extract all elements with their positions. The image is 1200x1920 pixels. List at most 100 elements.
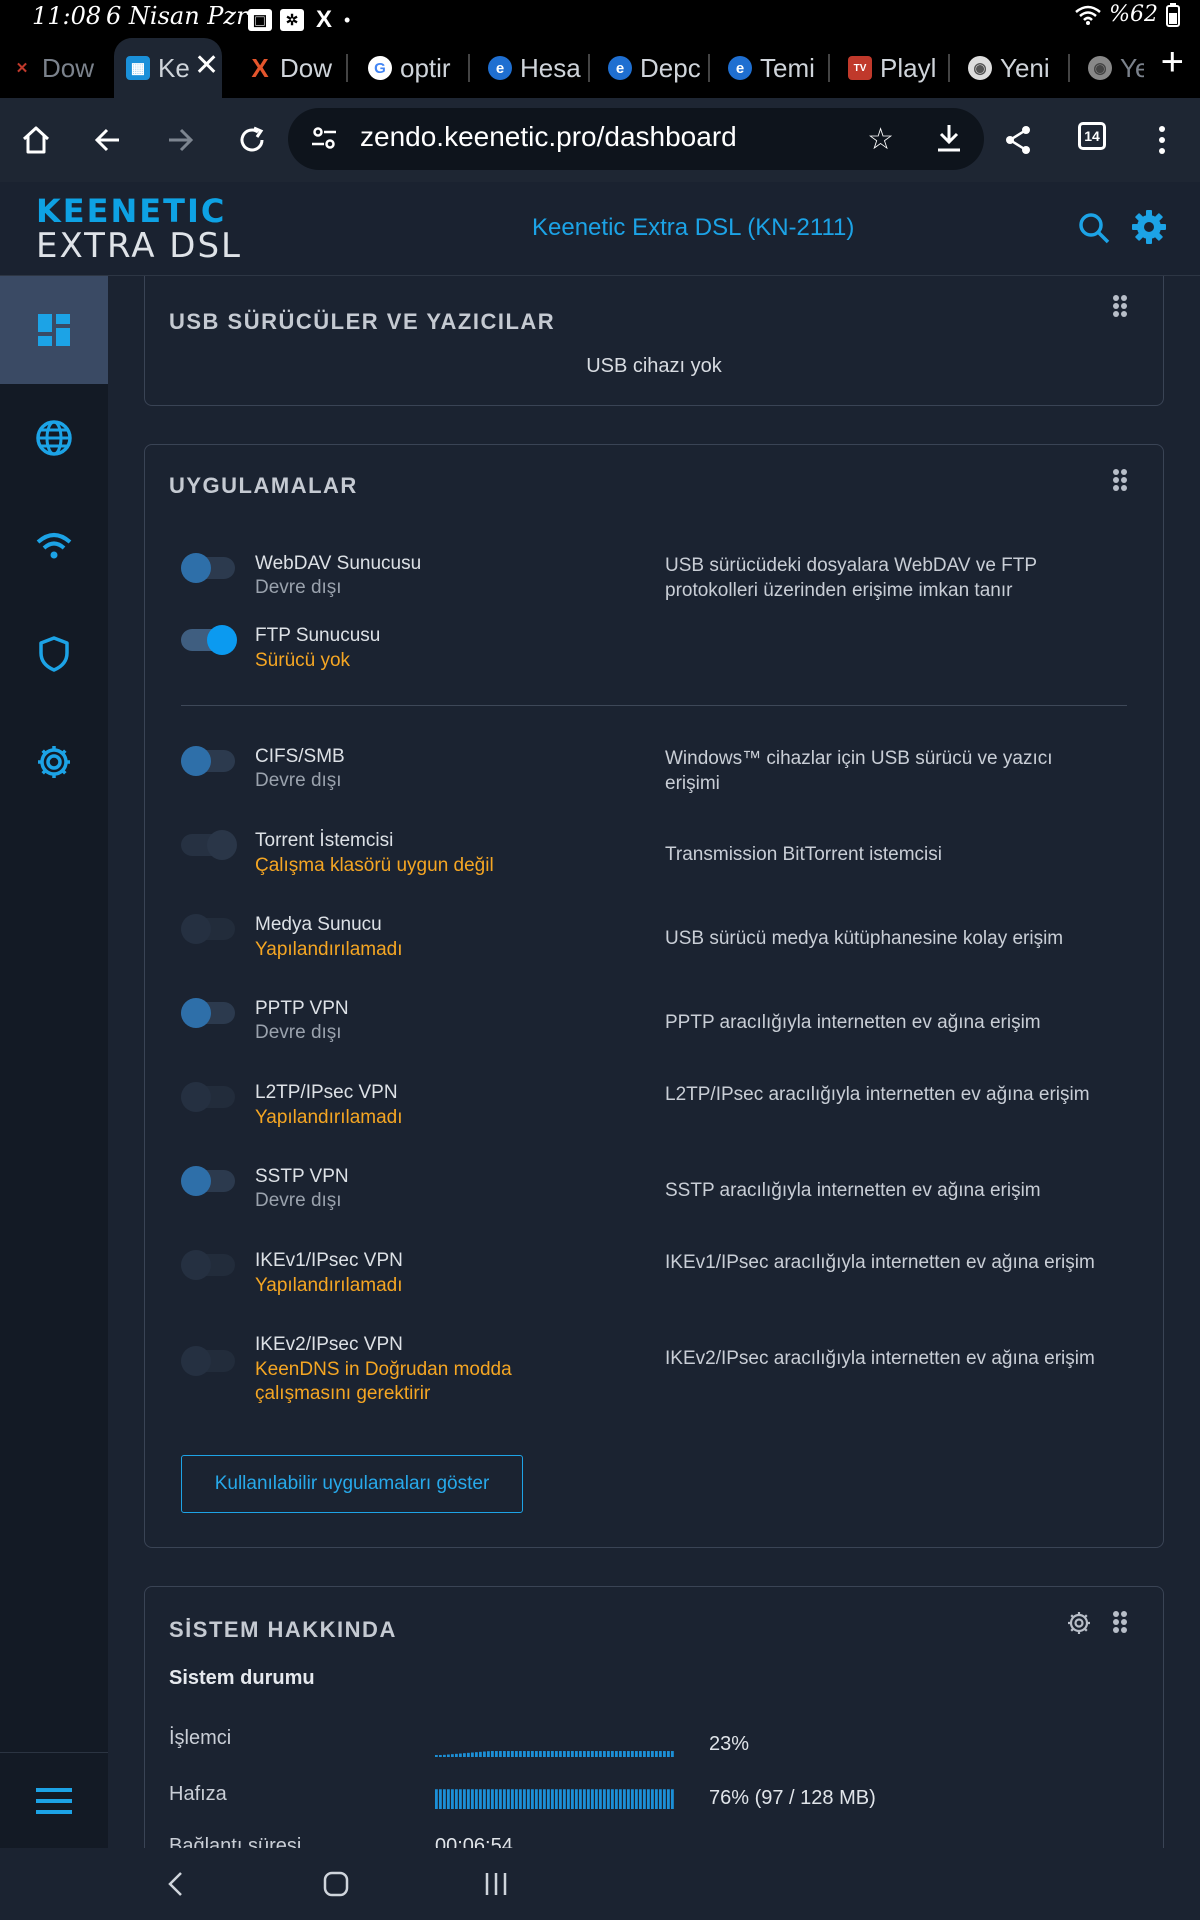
usage-bar — [535, 1751, 538, 1757]
usage-bar — [603, 1751, 606, 1757]
battery-icon — [1166, 2, 1180, 27]
tab-7[interactable]: TV Playl — [848, 46, 950, 90]
nav-recents-icon[interactable] — [466, 1860, 526, 1908]
tab-label: Playl — [880, 52, 937, 83]
edge-icon: e — [728, 56, 752, 80]
tab-3[interactable]: G optir — [368, 46, 470, 90]
sidebar-menu-button[interactable] — [0, 1752, 108, 1848]
globe-icon — [36, 420, 72, 456]
tab-5[interactable]: e Depc — [608, 46, 710, 90]
usage-bar — [499, 1789, 502, 1809]
usage-bar — [615, 1789, 618, 1809]
drag-handle-icon[interactable] — [1113, 469, 1127, 491]
torrent-toggle[interactable] — [181, 830, 237, 860]
nav-home-icon[interactable] — [306, 1860, 366, 1908]
usage-bar — [531, 1789, 534, 1809]
tab-8[interactable]: ◉ Yeni — [968, 46, 1070, 90]
app-description: Transmission BitTorrent istemcisi — [665, 844, 942, 865]
tab-9[interactable]: ◉ Yeni — [1088, 46, 1144, 90]
tab-0[interactable]: ✕ Dow — [10, 46, 98, 90]
usage-bar — [635, 1789, 638, 1809]
usage-bar — [595, 1789, 598, 1809]
logo-model[interactable]: EXTRA DSL — [36, 226, 242, 266]
app-name: PPTP VPN — [255, 998, 349, 1019]
usage-bar — [527, 1751, 530, 1757]
app-description: IKEv1/IPsec aracılığıyla internetten ev … — [665, 1252, 1095, 1273]
system-status-heading: Sistem durumu — [169, 1667, 315, 1689]
sstp-toggle[interactable] — [181, 1166, 235, 1196]
usage-bar — [443, 1789, 446, 1809]
battery-level: %62 — [1109, 2, 1158, 27]
cpu-usage-graph — [435, 1751, 674, 1757]
usage-bar — [571, 1789, 574, 1809]
usage-bar — [615, 1751, 618, 1757]
site-settings-icon[interactable] — [310, 124, 338, 152]
usb-empty-message: USB cihazı yok — [586, 355, 722, 377]
memory-value: 76% (97 / 128 MB) — [709, 1787, 876, 1809]
search-icon[interactable] — [1076, 210, 1112, 246]
app-status: Devre dışı — [255, 1022, 342, 1043]
media-toggle[interactable] — [181, 914, 235, 944]
sidebar-item-dashboard[interactable] — [0, 276, 108, 384]
download-icon[interactable] — [934, 122, 964, 154]
usage-bar — [579, 1789, 582, 1809]
sidebar-item-settings[interactable] — [0, 708, 108, 816]
usage-bar — [663, 1751, 666, 1757]
drag-handle-icon[interactable] — [1113, 1611, 1127, 1633]
ikev2-toggle[interactable] — [181, 1346, 235, 1376]
usage-bar — [603, 1789, 606, 1809]
usage-bar — [487, 1789, 490, 1809]
usage-bar — [491, 1789, 494, 1809]
webdav-toggle[interactable] — [181, 553, 235, 583]
uptime-label: Bağlantı süresi — [169, 1835, 302, 1848]
usage-bar — [523, 1789, 526, 1809]
browser-tab-strip: ✕ Dow ▦ Ke ✕ X Dow G optir e Hesa e Depc… — [0, 34, 1200, 98]
share-icon[interactable] — [994, 116, 1042, 164]
chrome-icon: ◉ — [1088, 56, 1112, 80]
pptp-toggle[interactable] — [181, 998, 235, 1028]
usage-bar — [659, 1751, 662, 1757]
forward-icon[interactable] — [156, 116, 204, 164]
tab-switcher-button[interactable]: 14 — [1078, 122, 1106, 150]
memory-label: Hafıza — [169, 1783, 227, 1805]
usage-bar — [551, 1751, 554, 1757]
tab-6[interactable]: e Temi — [728, 46, 830, 90]
sidebar-item-internet[interactable] — [0, 384, 108, 492]
close-tab-icon[interactable]: ✕ — [194, 48, 219, 83]
tab-4[interactable]: e Hesa — [488, 46, 590, 90]
show-available-apps-button[interactable]: Kullanılabilir uygulamaları göster — [181, 1455, 523, 1513]
usage-bar — [659, 1789, 662, 1809]
usage-bar — [631, 1789, 634, 1809]
settings-gear-icon[interactable] — [1130, 208, 1168, 246]
ftp-toggle[interactable] — [181, 625, 237, 655]
usage-bar — [587, 1789, 590, 1809]
logo-brand[interactable]: KEENETIC — [36, 192, 226, 230]
bookmark-star-icon[interactable]: ☆ — [867, 122, 894, 157]
nav-back-icon[interactable] — [146, 1860, 206, 1908]
ikev1-toggle[interactable] — [181, 1250, 235, 1280]
more-menu-icon[interactable] — [1138, 116, 1186, 164]
app-status: KeenDNS in Doğrudan modda çalışmasını ge… — [255, 1359, 512, 1404]
drag-handle-icon[interactable] — [1113, 295, 1127, 317]
l2tp-toggle[interactable] — [181, 1082, 235, 1112]
back-icon[interactable] — [84, 116, 132, 164]
cpu-value: 23% — [709, 1733, 750, 1755]
home-icon[interactable] — [12, 116, 60, 164]
address-bar[interactable]: zendo.keenetic.pro/dashboard ☆ — [288, 108, 984, 170]
sidebar-item-security[interactable] — [0, 600, 108, 708]
usage-bar — [539, 1751, 542, 1757]
usage-bar — [607, 1751, 610, 1757]
app-header: KEENETIC EXTRA DSL Keenetic Extra DSL (K… — [0, 182, 1200, 276]
dashboard-icon — [38, 314, 70, 346]
card-title: USB SÜRÜCÜLER VE YAZICILAR — [169, 309, 556, 334]
usage-bar — [451, 1754, 454, 1757]
reload-icon[interactable] — [228, 116, 276, 164]
usage-bar — [519, 1751, 522, 1757]
gear-icon[interactable] — [1067, 1611, 1091, 1635]
sidebar-item-wifi[interactable] — [0, 492, 108, 600]
usage-bar — [647, 1789, 650, 1809]
x-icon: ✕ — [15, 60, 29, 77]
tab-2[interactable]: X Dow — [248, 46, 348, 90]
new-tab-icon[interactable]: + — [1161, 40, 1184, 85]
cifs-toggle[interactable] — [181, 746, 235, 776]
